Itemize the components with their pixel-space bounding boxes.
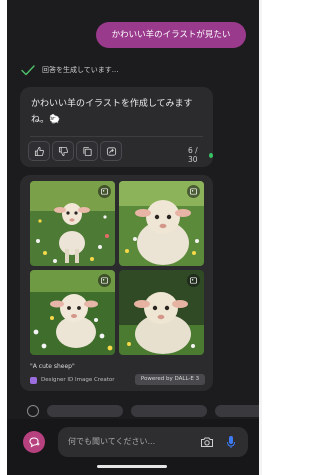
check-icon <box>21 65 35 76</box>
response-counter: 6 / 30 <box>188 146 213 164</box>
share-button[interactable] <box>100 141 122 161</box>
chat-avatar-icon <box>29 437 40 448</box>
generated-image-3[interactable] <box>30 270 115 355</box>
image-result-card: "A cute sheep" Designer ID Image Creator… <box>20 175 213 391</box>
generated-image-4[interactable] <box>119 270 204 355</box>
suggestion-chip-3[interactable] <box>215 405 259 417</box>
thumbs-down-button[interactable] <box>52 141 74 161</box>
card-divider <box>30 136 203 137</box>
image-badge-icon <box>98 185 111 198</box>
image-badge-icon <box>187 185 200 198</box>
new-topic-button[interactable] <box>23 431 45 453</box>
user-message-bubble: かわいい羊のイラストが見たい <box>96 22 246 48</box>
suggestion-icon <box>27 405 39 417</box>
counter-text: 6 / 30 <box>188 146 198 164</box>
thumbs-down-icon <box>58 146 68 156</box>
creator-label: Designer ID Image Creator <box>41 377 115 383</box>
creator-link[interactable]: Designer ID Image Creator <box>30 375 114 385</box>
status-row: 回答を生成しています... <box>20 62 118 78</box>
camera-icon[interactable] <box>200 436 214 448</box>
powered-by-badge: Powered by DALL-E 3 <box>135 374 205 385</box>
mic-icon[interactable] <box>226 435 236 449</box>
image-badge-icon <box>98 274 111 287</box>
image-caption: "A cute sheep" <box>30 363 75 370</box>
generated-image-2[interactable] <box>119 181 204 266</box>
generated-image-1[interactable] <box>30 181 115 266</box>
designer-icon <box>30 376 37 384</box>
response-text: かわいい羊のイラストを作成してみますね。🐑 <box>31 99 193 125</box>
status-dot <box>209 152 213 158</box>
suggestion-chips <box>7 405 259 417</box>
input-placeholder: 何でも聞いてください... <box>68 437 156 446</box>
copy-button[interactable] <box>76 141 98 161</box>
copy-icon <box>82 146 92 156</box>
suggestion-chip-1[interactable] <box>47 405 123 417</box>
chat-input[interactable]: 何でも聞いてください... <box>58 427 248 457</box>
response-card: かわいい羊のイラストを作成してみますね。🐑 6 / 30 <box>20 87 213 167</box>
status-text: 回答を生成しています... <box>42 66 119 74</box>
thumbs-up-icon <box>34 146 44 156</box>
image-badge-icon <box>187 274 200 287</box>
home-indicator <box>97 465 167 468</box>
share-icon <box>106 146 116 156</box>
thumbs-up-button[interactable] <box>28 141 50 161</box>
suggestion-chip-2[interactable] <box>131 405 207 417</box>
screen-edge <box>259 0 262 475</box>
